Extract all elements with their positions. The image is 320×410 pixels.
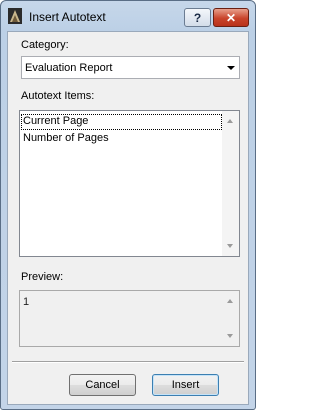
list-item[interactable]: Current Page bbox=[21, 114, 222, 130]
dialog-window: Insert Autotext ? ✕ Category: Evaluation… bbox=[0, 0, 256, 410]
cancel-button[interactable]: Cancel bbox=[69, 374, 136, 396]
chevron-down-icon bbox=[227, 66, 235, 70]
category-label: Category: bbox=[21, 39, 69, 51]
separator bbox=[12, 361, 244, 363]
preview-label: Preview: bbox=[21, 271, 64, 283]
help-icon: ? bbox=[193, 10, 202, 25]
close-icon: ✕ bbox=[225, 10, 237, 25]
scroll-up-icon[interactable] bbox=[227, 119, 233, 123]
list-item[interactable]: Number of Pages bbox=[21, 131, 222, 147]
category-value: Evaluation Report bbox=[25, 62, 113, 74]
preview-box: 1 bbox=[19, 290, 240, 347]
app-icon bbox=[8, 8, 22, 24]
insert-button[interactable]: Insert bbox=[152, 374, 219, 396]
preview-scrollbar[interactable] bbox=[222, 291, 239, 346]
list-scrollbar[interactable] bbox=[222, 111, 239, 256]
close-button[interactable]: ✕ bbox=[213, 8, 249, 27]
scroll-down-icon[interactable] bbox=[227, 334, 233, 338]
preview-value: 1 bbox=[23, 296, 30, 308]
category-dropdown[interactable]: Evaluation Report bbox=[21, 56, 240, 79]
dialog-body: Category: Evaluation Report Autotext Ite… bbox=[7, 31, 249, 405]
title-bar[interactable]: Insert Autotext ? ✕ bbox=[1, 1, 255, 31]
scroll-down-icon[interactable] bbox=[227, 244, 233, 248]
scroll-up-icon[interactable] bbox=[227, 299, 233, 303]
autotext-list[interactable]: Current Page Number of Pages bbox=[19, 110, 240, 257]
help-button[interactable]: ? bbox=[184, 8, 211, 27]
autotext-items-label: Autotext Items: bbox=[21, 90, 95, 102]
window-title: Insert Autotext bbox=[29, 10, 106, 24]
